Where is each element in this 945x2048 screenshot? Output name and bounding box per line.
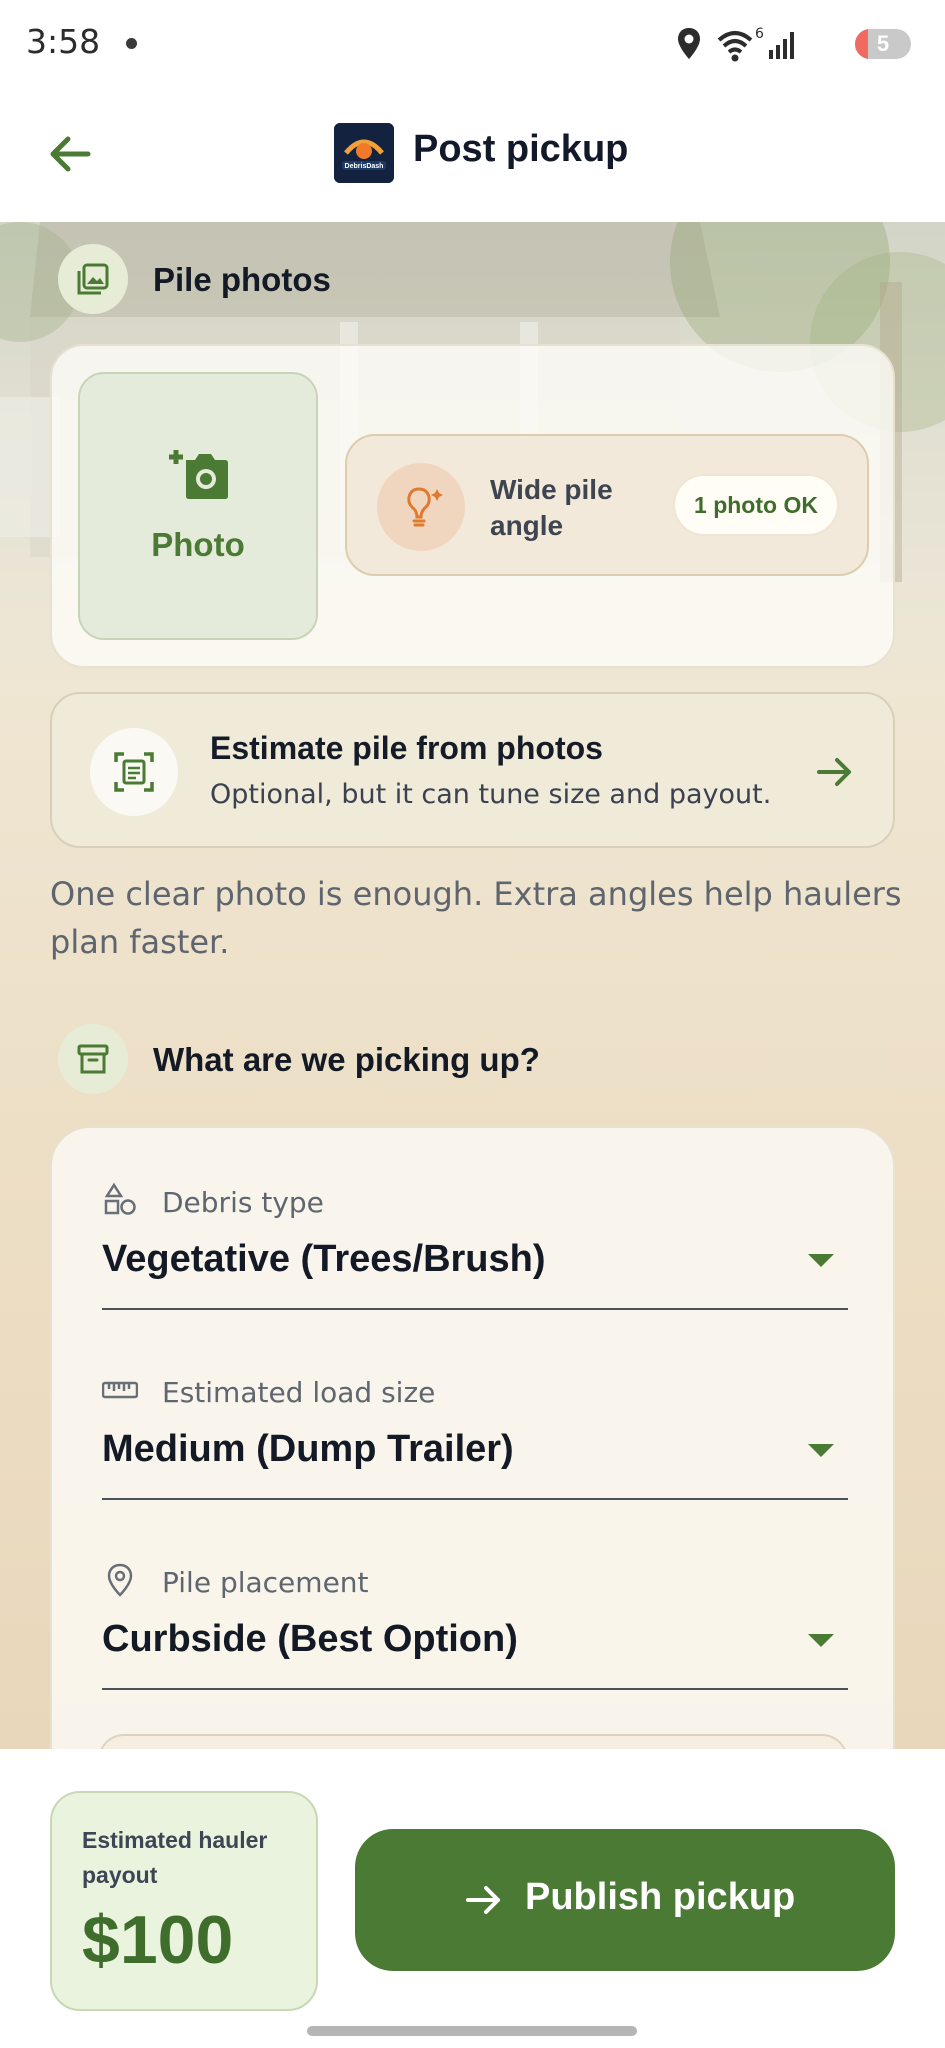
home-indicator[interactable] [307, 2026, 637, 2036]
status-bar: 3:58 6 5 [0, 0, 945, 88]
ruler-icon [102, 1381, 138, 1399]
location-pin-icon [107, 1563, 133, 1597]
wifi-icon [717, 31, 753, 62]
notification-dot [126, 38, 137, 49]
dropdown-caret-icon [808, 1444, 834, 1457]
field-value: Medium (Dump Trailer) [102, 1428, 514, 1470]
estimate-title: Estimate pile from photos [210, 730, 603, 766]
photo-count-badge: 1 photo OK [673, 474, 839, 536]
section-title: Pile photos [153, 261, 331, 298]
logo-text: DebrisDash [345, 163, 384, 170]
location-icon [678, 28, 700, 59]
publish-pickup-button[interactable]: Publish pickup [355, 1829, 895, 1971]
shapes-icon [104, 1182, 136, 1215]
field-underline [102, 1498, 848, 1500]
add-camera-icon [169, 450, 228, 499]
status-time: 3:58 [26, 22, 101, 61]
estimate-subtitle: Optional, but it can tune size and payou… [210, 779, 772, 810]
publish-button-label: Publish pickup [525, 1876, 796, 1918]
image-icon [58, 244, 128, 314]
cell-signal-icon [769, 32, 794, 59]
pile-placement-select[interactable]: Pile placement Curbside (Best Option) [102, 1562, 848, 1692]
field-underline [102, 1308, 848, 1310]
details-card: Debris type Vegetative (Trees/Brush) Est… [50, 1126, 895, 1749]
bottom-action-bar: Estimated hauler payout $100 Publish pic… [0, 1749, 945, 2048]
dropdown-caret-icon [808, 1254, 834, 1267]
field-value: Curbside (Best Option) [102, 1618, 518, 1660]
tip-text: Wide pile angle [490, 474, 613, 541]
field-label: Pile placement [162, 1566, 369, 1599]
scan-icon [90, 728, 178, 816]
photo-button-label: Photo [151, 526, 245, 563]
lightbulb-icon [377, 463, 465, 551]
battery-level: 5 [876, 31, 890, 56]
wifi-badge: 6 [755, 26, 764, 42]
section-title: What are we picking up? [153, 1041, 540, 1078]
form-scroll-area[interactable]: Pile photos Photo Wide pile angle 1 phot… [0, 222, 945, 1749]
field-underline [102, 1688, 848, 1690]
status-icons: 6 [678, 26, 794, 62]
photo-helper-text: One clear photo is enough. Extra angles … [50, 875, 902, 961]
add-photo-button[interactable]: Photo [78, 372, 318, 640]
field-label: Estimated load size [162, 1376, 436, 1409]
estimate-pile-button[interactable]: Estimate pile from photos Optional, but … [50, 692, 895, 848]
load-size-select[interactable]: Estimated load size Medium (Dump Trailer… [102, 1372, 848, 1502]
payout-label: Estimated hauler payout [82, 1827, 268, 1888]
dropdown-caret-icon [808, 1634, 834, 1647]
app-logo: DebrisDash [334, 123, 394, 183]
arrow-right-icon [817, 758, 851, 786]
archive-box-icon [58, 1024, 128, 1094]
field-value: Vegetative (Trees/Brush) [102, 1238, 546, 1280]
back-arrow-icon[interactable] [42, 126, 98, 182]
arrow-right-icon [466, 1886, 500, 1914]
payout-value: $100 [82, 1902, 234, 1978]
next-field-card [98, 1734, 848, 1749]
field-label: Debris type [162, 1186, 324, 1219]
battery-icon: 5 [855, 29, 911, 59]
payout-card: Estimated hauler payout $100 [50, 1791, 318, 2011]
page-title: Post pickup [413, 128, 629, 170]
app-bar: DebrisDash Post pickup [0, 88, 945, 222]
photos-card: Photo Wide pile angle 1 photo OK [50, 344, 895, 668]
photo-tip-card: Wide pile angle 1 photo OK [345, 434, 869, 576]
debris-type-select[interactable]: Debris type Vegetative (Trees/Brush) [102, 1182, 848, 1312]
